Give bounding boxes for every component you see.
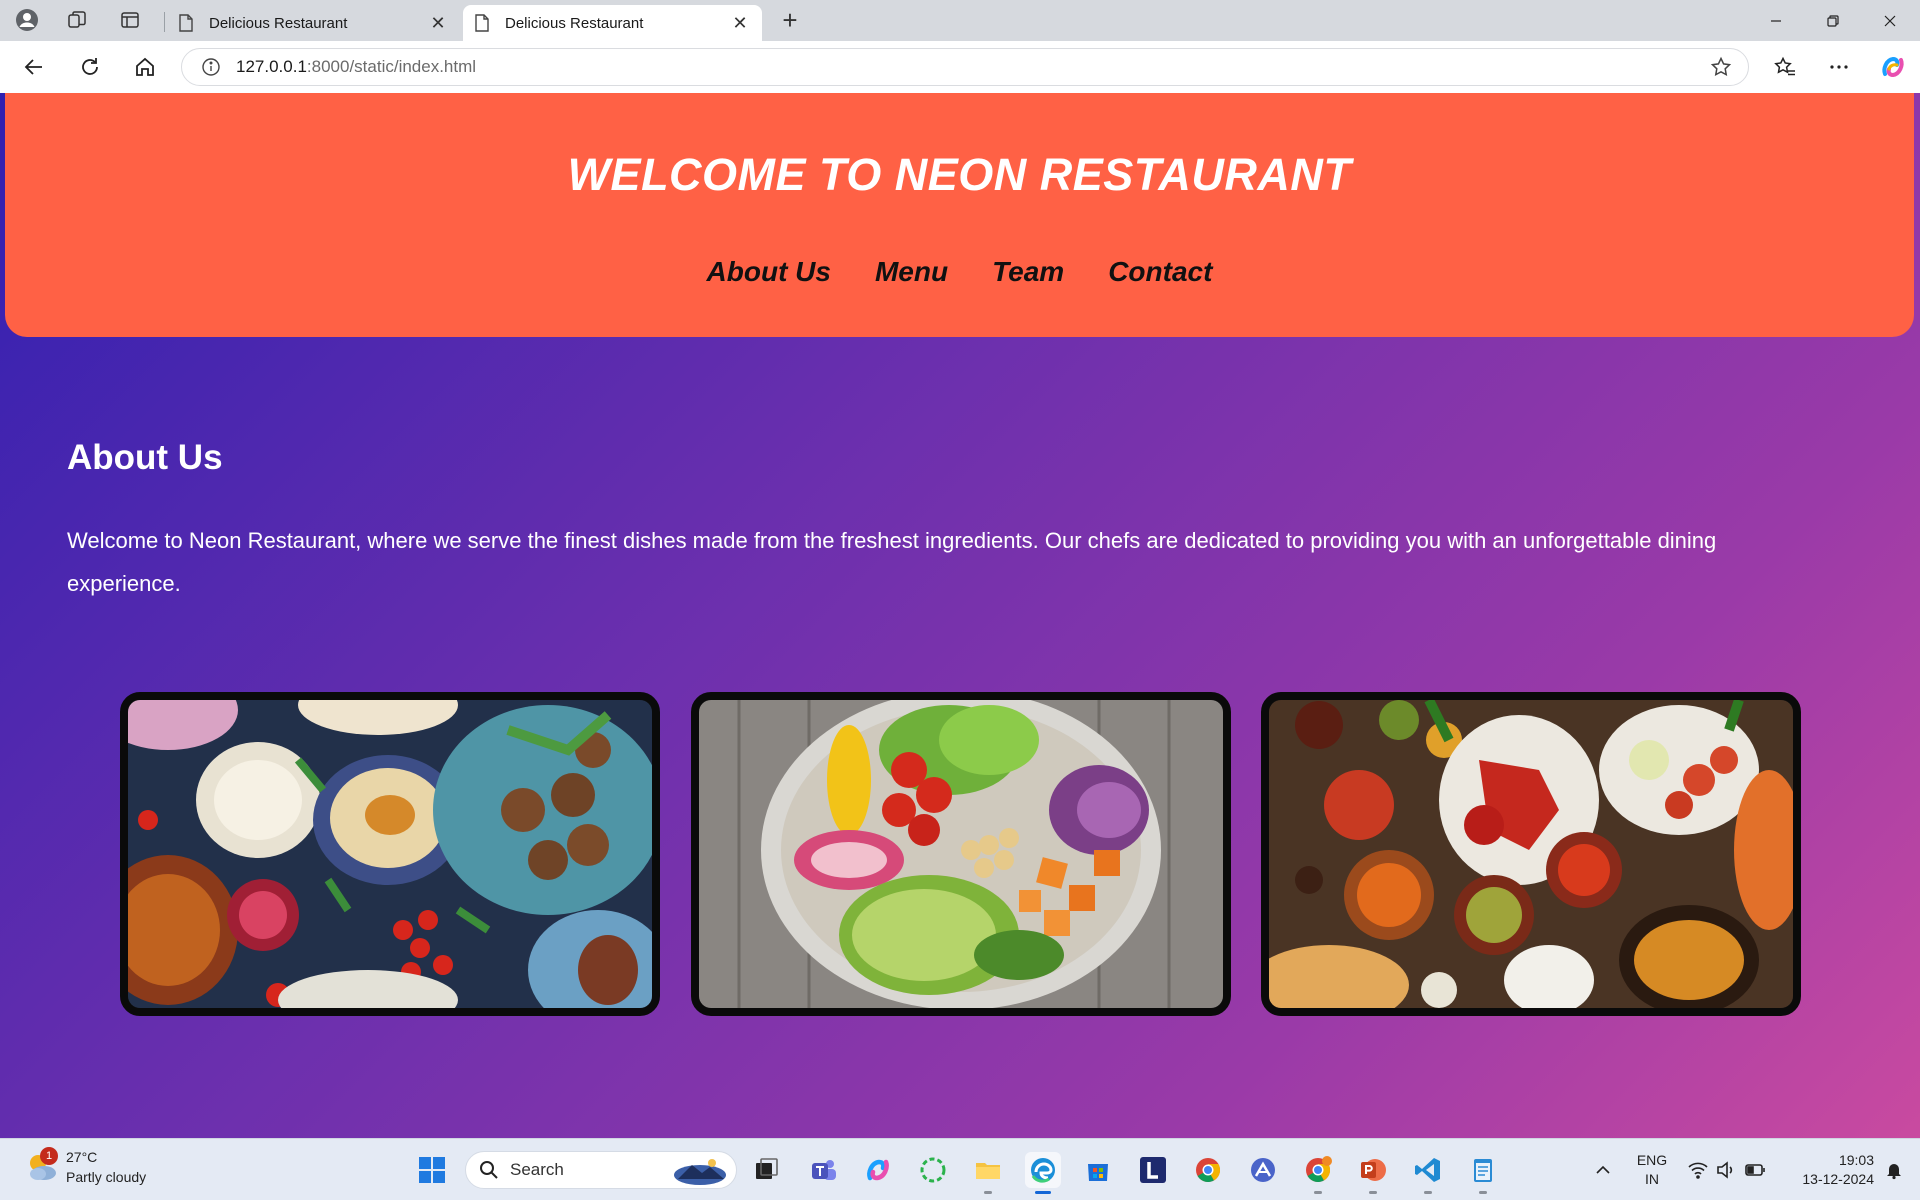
running-indicator <box>1314 1191 1322 1194</box>
weather-desc: Partly cloudy <box>66 1169 147 1185</box>
search-highlight-icon <box>674 1159 726 1185</box>
site-info-icon[interactable] <box>200 56 222 78</box>
page-icon <box>473 14 491 32</box>
gallery-image-feast <box>1261 692 1801 1016</box>
taskbar: 1 27°C Partly cloudy Search ENG IN 19:03… <box>0 1138 1920 1200</box>
salad-bowl-photo <box>699 700 1223 1008</box>
gallery-image-mezze <box>120 692 660 1016</box>
close-window-icon[interactable] <box>1877 8 1903 34</box>
task-view-icon[interactable] <box>748 1152 784 1188</box>
more-menu-icon[interactable] <box>1825 53 1853 81</box>
mezze-platter-photo <box>128 700 652 1008</box>
tab-title: Delicious Restaurant <box>209 14 348 32</box>
refresh-icon[interactable] <box>76 53 104 81</box>
copilot-icon[interactable] <box>1879 53 1907 81</box>
file-explorer-icon[interactable] <box>970 1152 1006 1194</box>
new-tab-button[interactable]: + <box>777 7 803 34</box>
partly-cloudy-icon: 1 <box>24 1147 60 1185</box>
gallery-image-salad <box>691 692 1231 1016</box>
weather-badge: 1 <box>40 1147 58 1165</box>
notepad-icon[interactable] <box>1465 1152 1501 1194</box>
clock-date: 13-12-2024 <box>1802 1171 1874 1187</box>
clock-time: 19:03 <box>1838 1152 1874 1168</box>
address-bar[interactable]: 127.0.0.1:8000/static/index.html <box>181 48 1749 86</box>
edge-icon[interactable] <box>1025 1152 1061 1194</box>
url-host: 127.0.0.1 <box>236 57 307 76</box>
l-app-icon[interactable] <box>1135 1152 1171 1188</box>
nav-team[interactable]: Team <box>992 256 1064 288</box>
language-indicator[interactable]: ENG IN <box>1630 1151 1674 1189</box>
minimize-icon[interactable] <box>1763 8 1789 34</box>
taskbar-search[interactable]: Search <box>465 1151 737 1189</box>
about-heading: About Us <box>67 438 223 477</box>
url-text[interactable]: 127.0.0.1:8000/static/index.html <box>236 57 1708 77</box>
chrome-icon[interactable] <box>1190 1152 1226 1188</box>
vertical-tabs-icon[interactable] <box>118 8 142 32</box>
chrome-profile-icon[interactable] <box>1300 1152 1336 1194</box>
about-text: Welcome to Neon Restaurant, where we ser… <box>67 528 1717 596</box>
back-icon[interactable] <box>20 53 48 81</box>
tab-close-icon[interactable]: ✕ <box>728 11 752 35</box>
tab-active[interactable]: Delicious Restaurant ✕ <box>463 5 762 41</box>
powerpoint-icon[interactable] <box>1355 1152 1391 1194</box>
page-icon <box>177 14 195 32</box>
store-icon[interactable] <box>1080 1152 1116 1188</box>
running-indicator <box>1479 1191 1487 1194</box>
clock[interactable]: 19:03 13-12-2024 <box>1782 1151 1874 1189</box>
running-indicator <box>1369 1191 1377 1194</box>
site-nav: About Us Menu Team Contact <box>5 256 1914 288</box>
nav-contact[interactable]: Contact <box>1108 256 1212 288</box>
tab-close-icon[interactable]: ✕ <box>426 11 450 35</box>
tab-separator <box>164 12 165 32</box>
favorites-icon[interactable] <box>1771 53 1799 81</box>
running-indicator <box>984 1191 992 1194</box>
running-indicator <box>1424 1191 1432 1194</box>
search-icon <box>478 1159 500 1181</box>
weather-widget[interactable]: 1 27°C Partly cloudy <box>24 1147 146 1187</box>
favorite-star-icon[interactable] <box>1708 54 1734 80</box>
circle-app-icon[interactable] <box>915 1152 951 1188</box>
url-path: :8000/static/index.html <box>306 57 477 76</box>
page-viewport: WELCOME TO NEON RESTAURANT About Us Menu… <box>0 93 1920 1138</box>
copilot-app-icon[interactable] <box>860 1152 896 1188</box>
browser-tab-strip: Delicious Restaurant ✕ Delicious Restaur… <box>0 0 1920 41</box>
language-code: ENG <box>1636 1152 1668 1168</box>
address-bar-row: 127.0.0.1:8000/static/index.html <box>0 41 1920 93</box>
language-region: IN <box>1645 1171 1659 1187</box>
battery-icon[interactable] <box>1737 1152 1773 1188</box>
active-indicator <box>1035 1191 1051 1194</box>
site-title: WELCOME TO NEON RESTAURANT <box>567 149 1352 200</box>
workspaces-icon[interactable] <box>65 8 89 32</box>
home-icon[interactable] <box>131 53 159 81</box>
profile-icon[interactable] <box>15 8 39 32</box>
vscode-icon[interactable] <box>1410 1152 1446 1194</box>
notifications-icon[interactable] <box>1876 1152 1912 1188</box>
teams-icon[interactable] <box>806 1152 842 1188</box>
dev-app-icon[interactable] <box>1245 1152 1281 1188</box>
weather-temp: 27°C <box>66 1149 98 1165</box>
tab-title: Delicious Restaurant <box>505 14 644 32</box>
search-label: Search <box>510 1160 564 1179</box>
start-icon[interactable] <box>414 1152 450 1188</box>
tab-inactive[interactable]: Delicious Restaurant ✕ <box>167 5 460 41</box>
restore-icon[interactable] <box>1820 8 1846 34</box>
nav-menu[interactable]: Menu <box>875 256 948 288</box>
site-header: WELCOME TO NEON RESTAURANT About Us Menu… <box>5 93 1914 337</box>
show-hidden-icons-icon[interactable] <box>1585 1152 1621 1188</box>
nav-about-us[interactable]: About Us <box>707 256 831 288</box>
indian-feast-photo <box>1269 700 1793 1008</box>
